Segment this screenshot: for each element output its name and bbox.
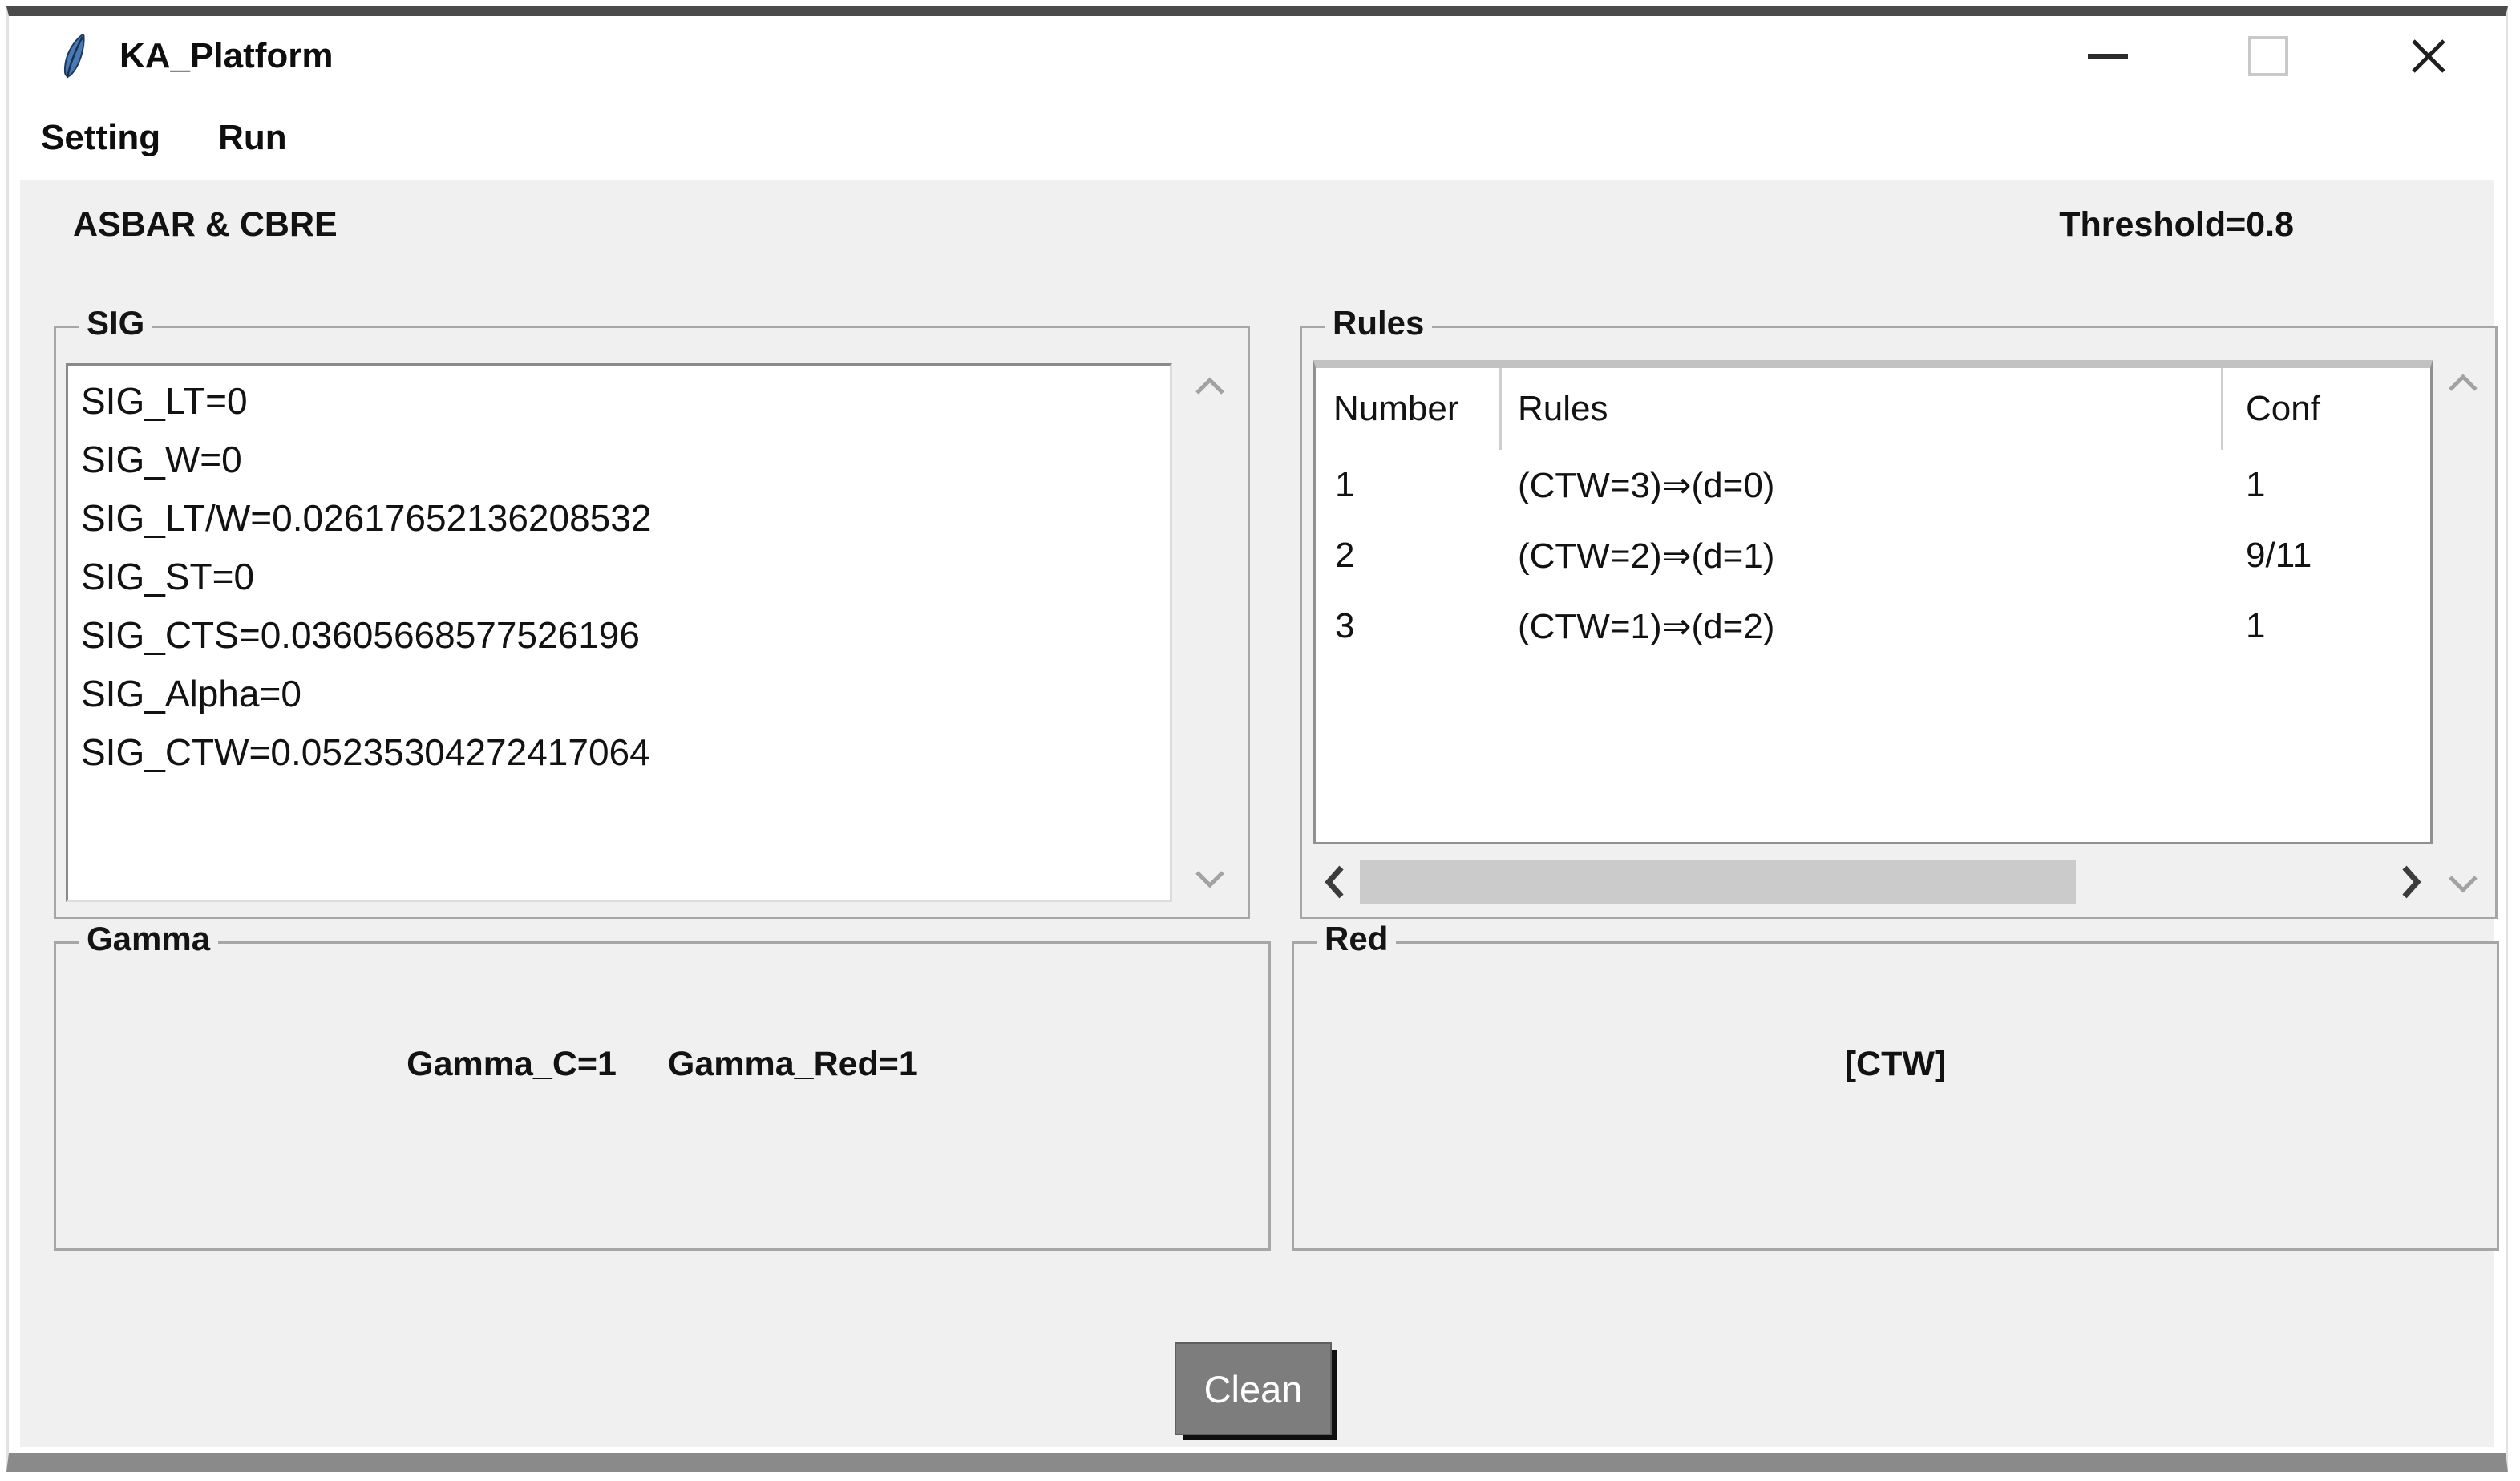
cell-conf: 9/11 (2246, 536, 2312, 575)
sig-groupbox: SIG SIG_LT=0 SIG_W=0 SIG_LT/W=0.02617652… (54, 304, 1250, 919)
main-content: ASBAR & CBRE Threshold=0.8 SIG SIG_LT=0 … (20, 180, 2499, 1447)
cell-rule: (CTW=3)⇒(d=0) (1518, 465, 1775, 505)
sig-line: SIG_Alpha=0 (81, 673, 301, 714)
sig-scroll-up-button[interactable] (1184, 363, 1236, 410)
close-button[interactable] (2380, 22, 2477, 90)
app-window: KA_Platform Setting Run ASBAR & CBRE Thr… (6, 6, 2508, 1472)
cell-conf: 1 (2246, 606, 2266, 645)
column-header-conf[interactable]: Conf (2223, 368, 2430, 450)
cell-number: 1 (1335, 465, 1355, 504)
cell-rule: (CTW=2)⇒(d=1) (1518, 536, 1775, 576)
sig-line: SIG_CTW=0.05235304272417064 (81, 731, 650, 773)
chevron-up-icon (1195, 377, 1224, 395)
chevron-left-icon (1325, 865, 1344, 899)
gamma-groupbox: Gamma Gamma_C=1 Gamma_Red=1 (54, 920, 1271, 1251)
maximize-icon (2248, 36, 2288, 76)
gamma-c-value: Gamma_C=1 (407, 1044, 617, 1083)
rules-groupbox-label: Rules (1325, 304, 1433, 342)
chevron-down-icon (1195, 871, 1224, 888)
threshold-label: Threshold=0.8 (2059, 205, 2294, 244)
column-header-rules[interactable]: Rules (1502, 368, 2223, 450)
sig-line: SIG_CTS=0.03605668577526196 (81, 614, 640, 656)
sig-line: SIG_LT=0 (81, 380, 248, 422)
sig-line: SIG_W=0 (81, 439, 242, 480)
rules-scroll-right-button[interactable] (2389, 857, 2433, 907)
cell-conf: 1 (2246, 465, 2266, 504)
menu-item-run[interactable]: Run (218, 118, 287, 158)
gamma-values: Gamma_C=1 Gamma_Red=1 (56, 944, 1268, 1248)
menu-item-setting[interactable]: Setting (41, 118, 160, 158)
rules-horizontal-scrollbar[interactable] (1313, 857, 2433, 907)
minimize-button[interactable] (2060, 22, 2156, 90)
clean-button[interactable]: Clean (1175, 1342, 1332, 1435)
column-header-number[interactable]: Number (1316, 368, 1502, 450)
rules-scroll-left-button[interactable] (1313, 857, 1357, 907)
table-row[interactable]: 3 (CTW=1)⇒(d=2) 1 (1316, 591, 2430, 662)
rules-table[interactable]: Number Rules Conf 1 (CTW=3)⇒(d=0) 1 2 (C… (1313, 360, 2433, 844)
sig-line: SIG_LT/W=0.02617652136208532 (81, 497, 652, 539)
rules-scroll-up-button[interactable] (2437, 360, 2489, 407)
rules-groupbox: Rules Number Rules Conf 1 (CTW=3)⇒(d=0) … (1300, 304, 2498, 919)
cell-number: 2 (1335, 536, 1355, 575)
window-title: KA_Platform (119, 36, 334, 75)
rules-scroll-down-button[interactable] (2437, 860, 2489, 907)
minimize-icon (2088, 54, 2128, 59)
rules-hscroll-thumb[interactable] (1360, 860, 2077, 904)
title-bar: KA_Platform (9, 16, 2506, 96)
cell-rule: (CTW=1)⇒(d=2) (1518, 606, 1775, 646)
maximize-button[interactable] (2220, 22, 2316, 90)
red-value: [CTW] (1844, 1044, 1947, 1083)
chevron-down-icon (2449, 876, 2478, 893)
sig-textarea[interactable]: SIG_LT=0 SIG_W=0 SIG_LT/W=0.026176521362… (66, 363, 1172, 902)
window-controls (2060, 16, 2477, 96)
table-row[interactable]: 2 (CTW=2)⇒(d=1) 9/11 (1316, 520, 2430, 591)
menu-bar: Setting Run (9, 96, 2506, 180)
tk-feather-icon (60, 32, 87, 80)
chevron-up-icon (2449, 374, 2478, 391)
sig-scroll-down-button[interactable] (1184, 856, 1236, 902)
red-groupbox: Red [CTW] (1292, 920, 2499, 1251)
table-row[interactable]: 1 (CTW=3)⇒(d=0) 1 (1316, 450, 2430, 520)
sig-groupbox-label: SIG (79, 304, 153, 342)
red-value-wrap: [CTW] (1294, 944, 2497, 1248)
close-icon (2412, 39, 2445, 73)
mode-label: ASBAR & CBRE (73, 205, 338, 244)
chevron-right-icon (2402, 865, 2421, 899)
rules-vertical-scrollbar[interactable] (2437, 360, 2489, 907)
sig-vertical-scrollbar[interactable] (1182, 363, 1238, 902)
cell-number: 3 (1335, 606, 1355, 645)
gamma-red-value: Gamma_Red=1 (667, 1044, 918, 1083)
sig-line: SIG_ST=0 (81, 556, 255, 597)
rules-table-header: Number Rules Conf (1316, 368, 2430, 450)
